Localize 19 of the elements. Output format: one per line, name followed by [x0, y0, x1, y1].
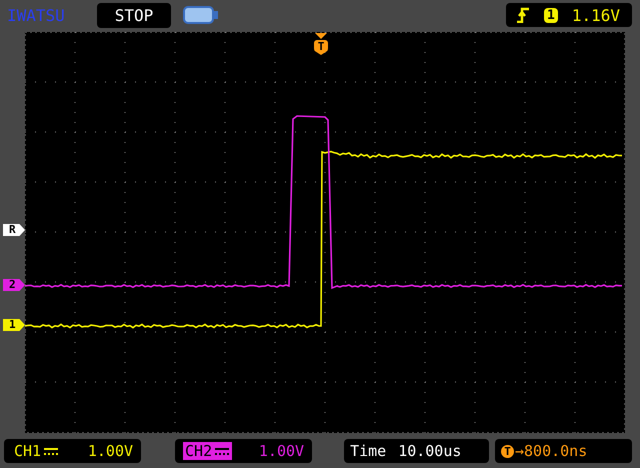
timebase-label: Time: [350, 442, 386, 460]
channel-label[interactable]: CH2: [183, 442, 232, 460]
dc-coupling-icon: [43, 446, 60, 456]
rising-edge-icon: [516, 7, 530, 23]
trigger-level: 1.16V: [572, 6, 620, 24]
level-marker: 2: [3, 279, 25, 291]
trigger-source-badge: 1: [544, 8, 558, 22]
channel-scale: 1.00V: [88, 442, 134, 460]
level-marker: R: [3, 224, 25, 236]
level-marker: 1: [3, 319, 25, 331]
run-state-label: STOP: [97, 2, 171, 28]
channel-scale: 1.00V: [258, 442, 304, 460]
channel-label[interactable]: CH1: [12, 442, 62, 460]
trigger-badge: T: [501, 444, 514, 458]
battery-icon: [183, 6, 219, 24]
brand-logo: IWATSU: [7, 6, 66, 24]
dc-coupling-icon: [214, 446, 230, 456]
timebase-value: 10.00us: [398, 442, 462, 460]
trigger-delay-value: →800.0ns: [515, 442, 588, 460]
